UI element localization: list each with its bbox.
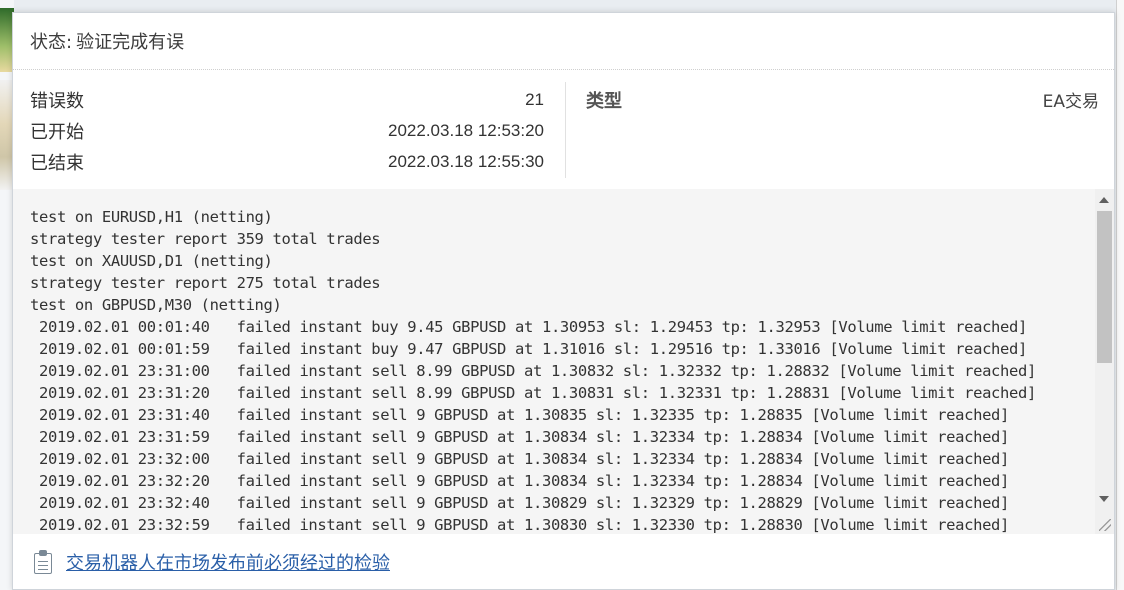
log-line: 2019.02.01 00:01:59 failed instant buy 9…: [30, 340, 1027, 358]
log-line: test on XAUUSD,D1 (netting): [30, 252, 273, 270]
log-line: test on EURUSD,H1 (netting): [30, 208, 273, 226]
scroll-up-arrow-icon[interactable]: [1099, 197, 1109, 203]
status-label: 状态:: [30, 32, 73, 53]
summary-panel: 错误数 21 已开始 2022.03.18 12:53:20 已结束 2022.…: [13, 70, 1114, 191]
scroll-down-arrow-icon[interactable]: [1099, 496, 1109, 502]
log-line: 2019.02.01 23:32:40 failed instant sell …: [30, 494, 1010, 512]
log-line: 2019.02.01 00:01:40 failed instant buy 9…: [30, 318, 1027, 336]
started-value: 2022.03.18 12:53:20: [388, 120, 544, 140]
log-line: strategy tester report 275 total trades: [30, 274, 381, 292]
resize-grip-icon[interactable]: [1099, 519, 1111, 531]
type-label: 类型: [586, 90, 622, 112]
error-count-value: 21: [525, 89, 544, 109]
type-value: EA交易: [1042, 92, 1099, 112]
log-line: 2019.02.01 23:31:20 failed instant sell …: [30, 384, 1036, 402]
log-line: test on GBPUSD,M30 (netting): [30, 296, 282, 314]
status-bar: 状态: 验证完成有误: [13, 13, 1114, 70]
started-row: 已开始 2022.03.18 12:53:20: [30, 115, 544, 146]
finished-row: 已结束 2022.03.18 12:55:30: [30, 146, 544, 177]
footer: 交易机器人在市场发布前必须经过的检验: [13, 534, 1114, 590]
log-line: 2019.02.01 23:32:20 failed instant sell …: [30, 472, 1010, 490]
type-row: 类型 EA交易: [586, 84, 1099, 115]
background-page-right: [1116, 0, 1124, 590]
log-scrollbar[interactable]: [1095, 189, 1114, 534]
log-line: 2019.02.01 23:31:00 failed instant sell …: [30, 362, 1036, 380]
log-lines: test on EURUSD,H1 (netting) strategy test…: [30, 206, 1092, 534]
started-label: 已开始: [30, 121, 84, 143]
log-line: 2019.02.01 23:31:40 failed instant sell …: [30, 406, 1010, 424]
finished-value: 2022.03.18 12:55:30: [388, 151, 544, 171]
log-line: strategy tester report 359 total trades: [30, 230, 381, 248]
log-line: 2019.02.01 23:31:59 failed instant sell …: [30, 428, 1010, 446]
error-count-row: 错误数 21: [30, 84, 544, 115]
divider: [565, 82, 566, 178]
log-line: 2019.02.01 23:32:00 failed instant sell …: [30, 450, 1010, 468]
error-count-label: 错误数: [30, 90, 84, 112]
clipboard-icon: [34, 549, 54, 575]
log-textarea[interactable]: test on EURUSD,H1 (netting) strategy test…: [13, 189, 1114, 534]
summary-details: 错误数 21 已开始 2022.03.18 12:53:20 已结束 2022.…: [30, 84, 544, 177]
validation-checks-link[interactable]: 交易机器人在市场发布前必须经过的检验: [66, 549, 390, 575]
log-line: 2019.02.01 23:32:59 failed instant sell …: [30, 516, 1010, 534]
validation-result-dialog: 状态: 验证完成有误 错误数 21 已开始 2022.03.18 12:53:2…: [12, 12, 1115, 590]
scroll-thumb[interactable]: [1097, 211, 1112, 363]
status-value: 验证完成有误: [76, 32, 185, 53]
finished-label: 已结束: [30, 152, 84, 174]
